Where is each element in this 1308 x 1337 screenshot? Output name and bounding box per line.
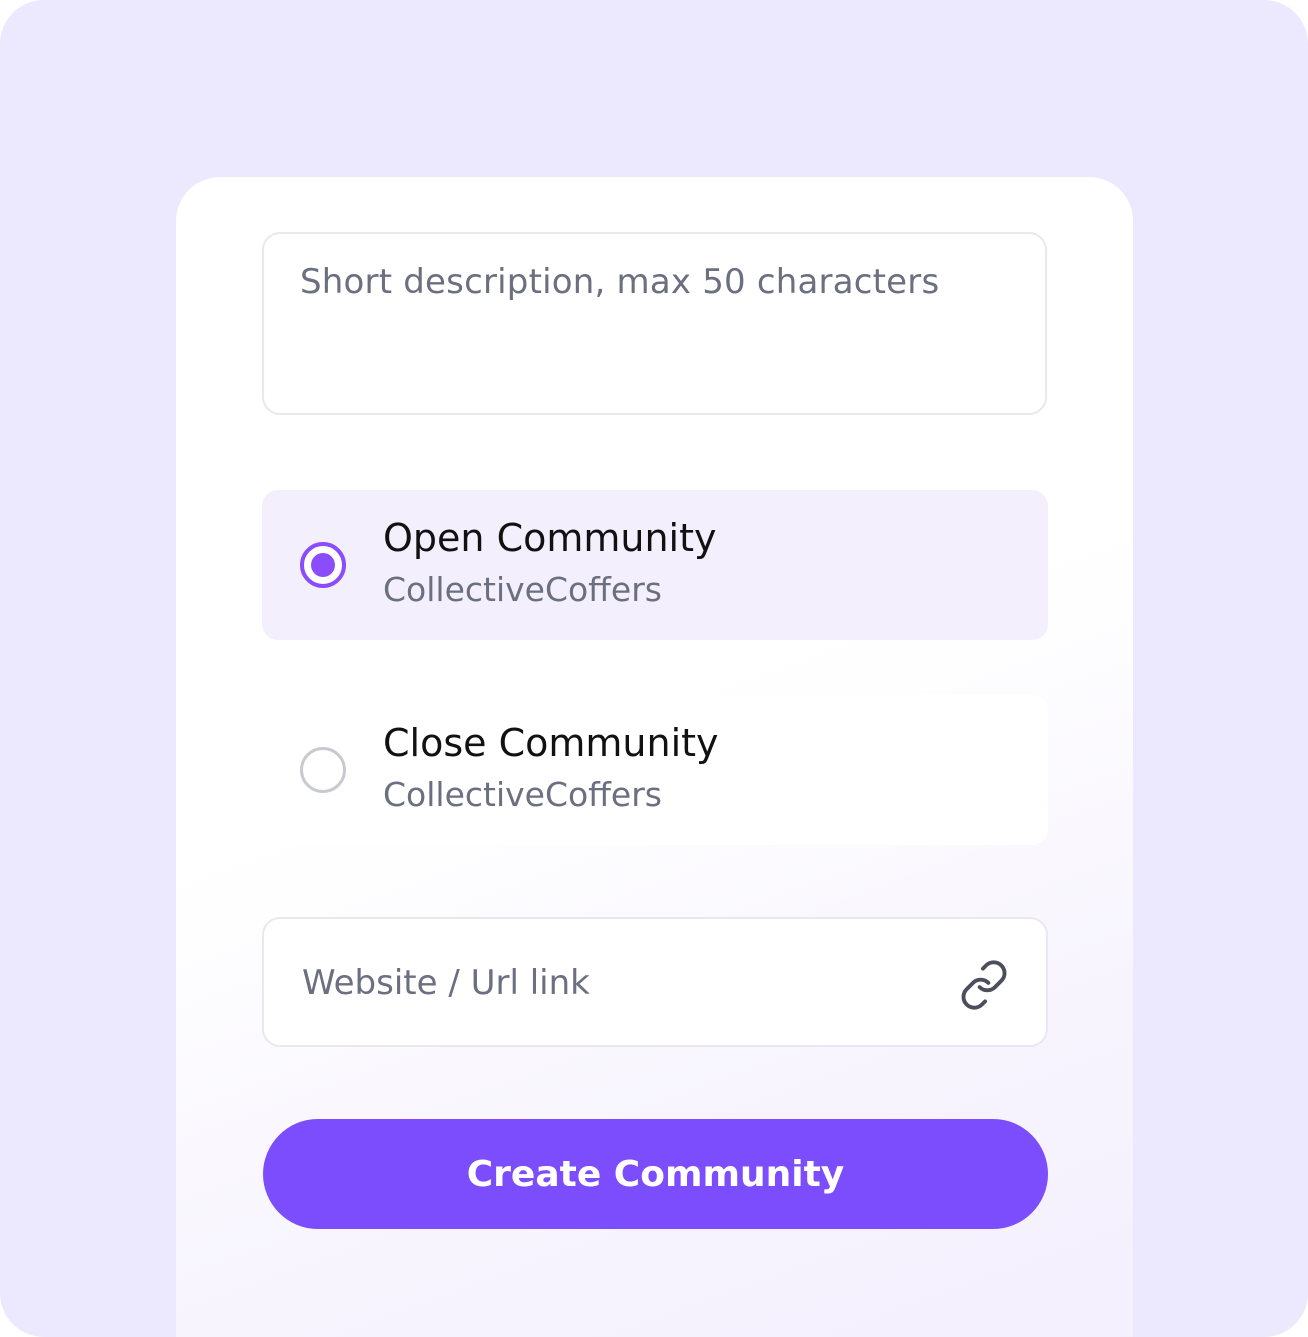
url-placeholder: Website / Url link	[302, 963, 590, 1003]
option-open-community[interactable]: Open Community CollectiveCoffers	[262, 490, 1048, 640]
radio-unselected-icon[interactable]	[300, 747, 346, 793]
description-placeholder: Short description, max 50 characters	[300, 262, 940, 302]
radio-dot	[311, 553, 335, 577]
radio-selected-icon[interactable]	[300, 542, 346, 588]
option-title: Open Community	[383, 516, 717, 560]
description-textarea[interactable]: Short description, max 50 characters	[262, 232, 1047, 415]
option-title: Close Community	[383, 721, 719, 765]
create-community-button[interactable]: Create Community	[263, 1119, 1048, 1229]
option-subtitle: CollectiveCoffers	[383, 775, 662, 814]
website-url-input[interactable]: Website / Url link	[262, 917, 1048, 1047]
option-subtitle: CollectiveCoffers	[383, 570, 662, 609]
option-close-community[interactable]: Close Community CollectiveCoffers	[262, 695, 1048, 845]
link-icon[interactable]	[958, 959, 1010, 1011]
